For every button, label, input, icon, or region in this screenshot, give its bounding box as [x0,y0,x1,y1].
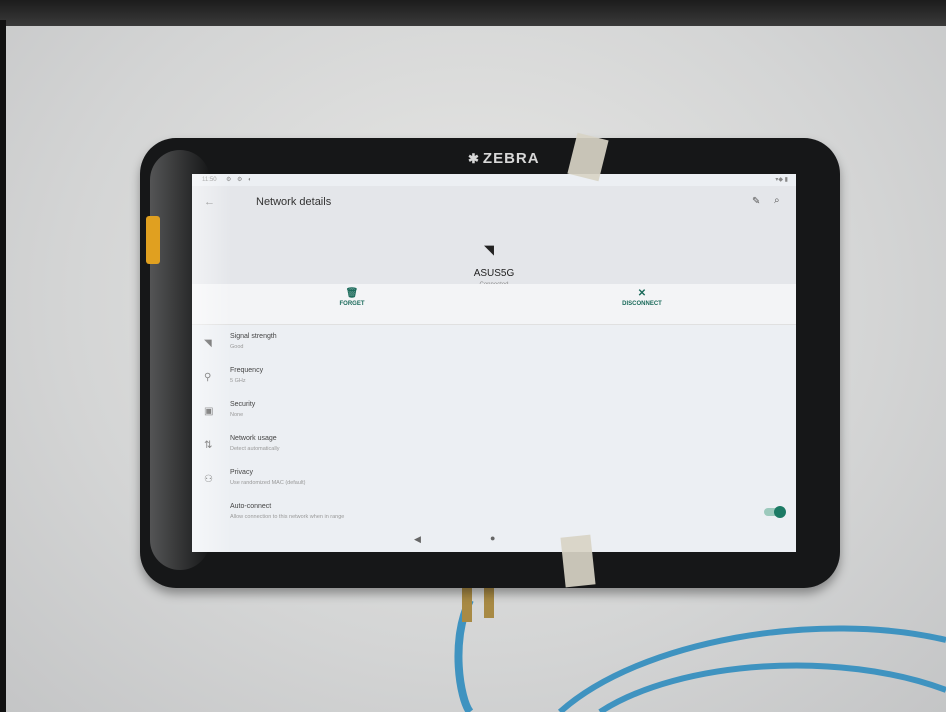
status-time: 11:50 [202,177,217,183]
close-icon: ✕ [637,288,647,299]
status-notification-icons: ⚙ ⚙ ◐ [226,177,254,183]
setting-label: Frequency [230,367,264,374]
setting-value: Allow connection to this network when in… [230,514,345,520]
wifi-icon: ◥ [484,242,494,257]
back-arrow-icon[interactable]: ← [204,196,215,208]
disconnect-label: DISCONNECT [622,301,662,307]
connector-1 [462,588,472,622]
edit-pencil-icon[interactable]: ✎ [752,196,760,207]
settings-list: ◥ Signal strength Good ⚲ Frequency 5 GHz… [192,326,796,530]
setting-label: Auto-connect [230,503,272,510]
setting-privacy[interactable]: ⚇ Privacy Use randomized MAC (default) [192,462,796,496]
setting-network-usage[interactable]: ⇅ Network usage Detect automatically [192,428,796,462]
setting-label: Network usage [230,435,277,442]
forget-button[interactable]: 🗑 FORGET [332,288,372,307]
toggle-knob [774,506,786,518]
status-system-icons: ▾◆ ▮ [775,177,788,183]
status-bar: 11:50 ⚙ ⚙ ◐ ▾◆ ▮ [192,174,796,186]
brand-name: ZEBRA [482,150,540,167]
setting-auto-connect[interactable]: Auto-connect Allow connection to this ne… [192,496,796,530]
setting-signal-strength[interactable]: ◥ Signal strength Good [192,326,796,360]
forget-label: FORGET [339,301,365,307]
navigation-bar: ◀ ● [192,530,796,552]
disconnect-button[interactable]: ✕ DISCONNECT [612,288,672,307]
setting-value: Good [230,344,244,350]
antenna-icon: ⚲ [204,372,212,383]
data-usage-icon: ⇅ [204,440,213,451]
wifi-signal-icon: ◥ [204,338,212,349]
setting-value: None [230,412,244,418]
setting-value: Use randomized MAC (default) [230,480,306,486]
nav-home-icon[interactable]: ● [490,533,495,543]
setting-value: Detect automatically [230,446,280,452]
setting-value: 5 GHz [230,378,246,384]
action-bar: 🗑 FORGET ✕ DISCONNECT [192,284,796,325]
tablet-screen: 11:50 ⚙ ⚙ ◐ ▾◆ ▮ ← Network details ✎ ⌕ ◥… [192,174,796,552]
setting-frequency[interactable]: ⚲ Frequency 5 GHz [192,360,796,394]
header: ← Network details ✎ ⌕ ◥ ASUS5G Connected [192,186,796,288]
page-title: Network details [256,196,332,208]
nav-back-icon[interactable]: ◀ [414,534,421,545]
privacy-icon: ⚇ [204,474,213,485]
setting-label: Security [230,401,256,408]
lock-icon: ▣ [204,406,214,417]
setting-label: Privacy [230,469,253,476]
connector-2 [484,588,494,618]
search-icon[interactable]: ⌕ [774,195,780,206]
side-button[interactable] [146,216,160,264]
setting-label: Signal strength [230,333,277,340]
setting-security[interactable]: ▣ Security None [192,394,796,428]
tape-bottom [560,534,596,588]
blue-cable-loop-2 [598,662,946,712]
zebra-logo-icon: ✱ [468,151,480,166]
brand-logo: ✱ ZEBRA [468,150,540,167]
network-name: ASUS5G [473,268,515,279]
auto-connect-toggle[interactable] [764,506,786,518]
trash-icon: 🗑 [345,288,359,299]
